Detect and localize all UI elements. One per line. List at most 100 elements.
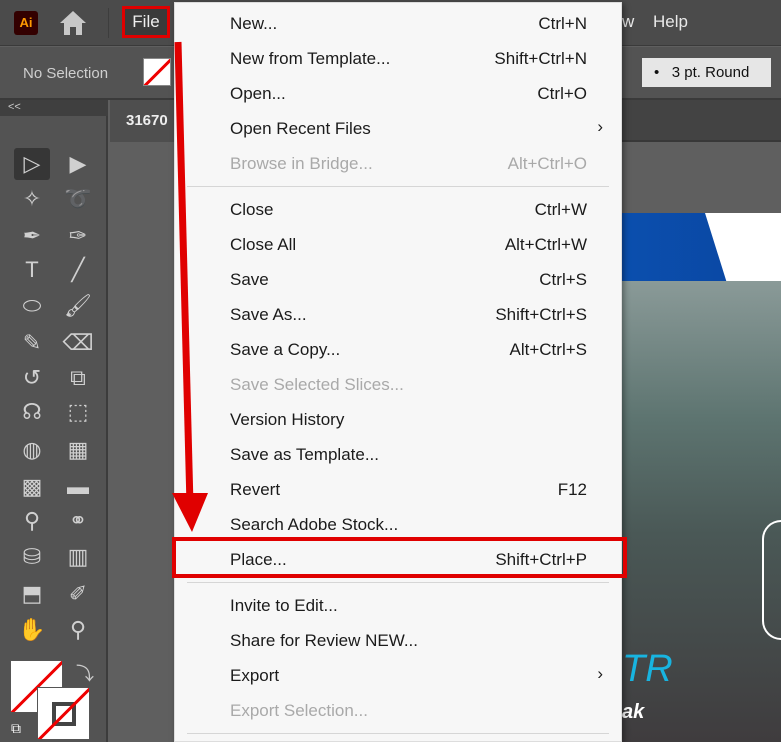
menu-item-label: Browse in Bridge... xyxy=(230,154,373,173)
menu-item-shortcut: Alt+Ctrl+O xyxy=(507,154,587,173)
stroke-color-swatch[interactable] xyxy=(37,687,90,740)
gradient-tool-icon[interactable]: ▬ xyxy=(60,471,96,503)
chevron-right-icon: › xyxy=(597,664,603,683)
highlight-annotation xyxy=(172,537,627,578)
default-colors-icon[interactable]: ⧉ xyxy=(11,720,21,737)
home-icon[interactable] xyxy=(58,9,88,37)
paintbrush-tool-icon[interactable]: 🖌 xyxy=(60,290,96,322)
direct-selection-tool-icon[interactable]: ▶ xyxy=(60,148,96,180)
curvature-tool-icon[interactable]: ✑ xyxy=(60,220,96,252)
menu-help[interactable]: Help xyxy=(653,12,688,32)
scale-tool-icon[interactable]: ⧉ xyxy=(60,362,96,394)
blend-tool-icon[interactable]: ⚭ xyxy=(60,505,96,537)
brush-definition-dropdown[interactable]: • 3 pt. Round xyxy=(642,58,771,87)
menu-item-open[interactable]: Open... Ctrl+O xyxy=(175,76,621,111)
menu-item-save-a-copy[interactable]: Save a Copy... Alt+Ctrl+S xyxy=(175,332,621,367)
mesh-tool-icon[interactable]: ▩ xyxy=(14,471,50,503)
menu-item-invite-to-edit[interactable]: Invite to Edit... xyxy=(175,588,621,623)
menu-item-save-as-template[interactable]: Save as Template... xyxy=(175,437,621,472)
artboard-tool-icon[interactable]: ⬒ xyxy=(14,578,50,610)
menu-item-label: Export xyxy=(230,666,280,685)
menu-item-label: Invite to Edit... xyxy=(230,596,338,615)
eraser-tool-icon[interactable]: ⌫ xyxy=(60,327,96,359)
warp-tool-icon[interactable]: ☊ xyxy=(14,396,50,428)
menu-item-open-recent-files[interactable]: Open Recent Files › xyxy=(175,111,621,146)
symbol-sprayer-tool-icon[interactable]: ⛁ xyxy=(14,541,50,573)
menu-item-label: Close xyxy=(230,200,274,219)
artwork-subtitle: ak xyxy=(622,701,645,723)
document-tab[interactable]: 31670 xyxy=(110,100,180,142)
eyedropper-tool-icon[interactable]: ⚲ xyxy=(14,505,50,537)
menu-item-label: Save As... xyxy=(230,305,307,324)
lasso-tool-icon[interactable]: ➰ xyxy=(60,183,96,215)
menu-item-label: Save as Template... xyxy=(230,445,379,464)
menu-item-label: Revert xyxy=(230,480,281,499)
hand-tool-icon[interactable]: ✋ xyxy=(14,614,50,646)
menu-separator xyxy=(187,733,609,734)
selection-tool-icon[interactable]: ▷ xyxy=(14,148,50,180)
menu-separator xyxy=(187,582,609,583)
menu-item-label: Save Selected Slices... xyxy=(230,375,404,394)
menu-item-label: Save a Copy... xyxy=(230,340,341,359)
free-transform-tool-icon[interactable]: ⬚ xyxy=(60,396,96,428)
menu-item-label: New from Template... xyxy=(230,49,391,68)
menu-item-label: Save xyxy=(230,270,269,289)
zoom-tool-icon[interactable]: ⚲ xyxy=(60,614,96,646)
menu-item-save-selected-slices: Save Selected Slices... xyxy=(175,367,621,402)
dot-icon: • xyxy=(654,64,660,81)
collapse-panel-button[interactable]: << xyxy=(0,100,108,116)
line-tool-icon[interactable]: ╱ xyxy=(60,254,96,286)
rotate-tool-icon[interactable]: ↺ xyxy=(14,362,50,394)
menu-item-label: Close All xyxy=(230,235,297,254)
shaper-tool-icon[interactable]: ✎ xyxy=(14,327,50,359)
app-logo: Ai xyxy=(14,11,38,35)
menu-item-label: Search Adobe Stock... xyxy=(230,515,399,534)
perspective-grid-tool-icon[interactable]: ▦ xyxy=(60,434,96,466)
menu-item-export-selection: Export Selection... xyxy=(175,693,621,728)
menu-item-shortcut: Ctrl+N xyxy=(538,14,587,33)
slice-tool-icon[interactable]: ✐ xyxy=(60,578,96,610)
menu-item-share-for-review-new[interactable]: Share for Review NEW... xyxy=(175,623,621,658)
type-tool-icon[interactable]: T xyxy=(14,254,50,286)
selection-status: No Selection xyxy=(23,65,109,82)
menu-item-label: Share for Review NEW... xyxy=(230,631,419,650)
ellipse-tool-icon[interactable]: ⬭ xyxy=(14,290,50,322)
menu-item-new-from-template[interactable]: New from Template... Shift+Ctrl+N xyxy=(175,41,621,76)
menu-item-label: Open... xyxy=(230,84,286,103)
menu-item-label: Export Selection... xyxy=(230,701,368,720)
menu-item-label: Version History xyxy=(230,410,345,429)
menu-separator xyxy=(187,186,609,187)
menu-item-close-all[interactable]: Close All Alt+Ctrl+W xyxy=(175,227,621,262)
menu-item-revert[interactable]: Revert F12 xyxy=(175,472,621,507)
menu-item-label: New... xyxy=(230,14,278,33)
menu-item-shortcut: Shift+Ctrl+S xyxy=(495,305,587,324)
menu-item-save[interactable]: Save Ctrl+S xyxy=(175,262,621,297)
magic-wand-tool-icon[interactable]: ✧ xyxy=(14,183,50,215)
menu-item-export[interactable]: Export › xyxy=(175,658,621,693)
artwork-curve xyxy=(762,520,781,640)
menu-item-shortcut: Ctrl+S xyxy=(539,270,587,289)
menu-item-shortcut: Ctrl+W xyxy=(534,200,587,219)
menu-view[interactable]: w xyxy=(622,12,634,32)
menu-item-close[interactable]: Close Ctrl+W xyxy=(175,192,621,227)
chevron-right-icon: › xyxy=(597,117,603,136)
file-dropdown-menu: New... Ctrl+N New from Template... Shift+Ct… xyxy=(174,2,622,742)
menu-item-shortcut: Ctrl+O xyxy=(537,84,587,103)
column-graph-tool-icon[interactable]: ▥ xyxy=(60,541,96,573)
menu-item-version-history[interactable]: Version History xyxy=(175,402,621,437)
menu-item-save-as[interactable]: Save As... Shift+Ctrl+S xyxy=(175,297,621,332)
menu-item-shortcut: Alt+Ctrl+W xyxy=(504,235,587,254)
pen-tool-icon[interactable]: ✒ xyxy=(14,220,50,252)
menu-item-label: Open Recent Files xyxy=(230,119,371,138)
menu-item-new[interactable]: New... Ctrl+N xyxy=(175,6,621,41)
shape-builder-tool-icon[interactable]: ◍ xyxy=(14,434,50,466)
brush-label: 3 pt. Round xyxy=(671,64,750,81)
menu-item-browse-in-bridge: Browse in Bridge... Alt+Ctrl+O xyxy=(175,146,621,181)
fill-swatch[interactable] xyxy=(143,58,171,86)
menu-item-shortcut: F12 xyxy=(557,480,587,499)
swap-colors-icon[interactable]: ⤵ xyxy=(76,660,94,686)
menu-item-shortcut: Alt+Ctrl+S xyxy=(509,340,587,359)
artwork-title: TR xyxy=(622,648,673,690)
menu-file[interactable]: File xyxy=(122,6,170,38)
divider xyxy=(108,8,109,38)
